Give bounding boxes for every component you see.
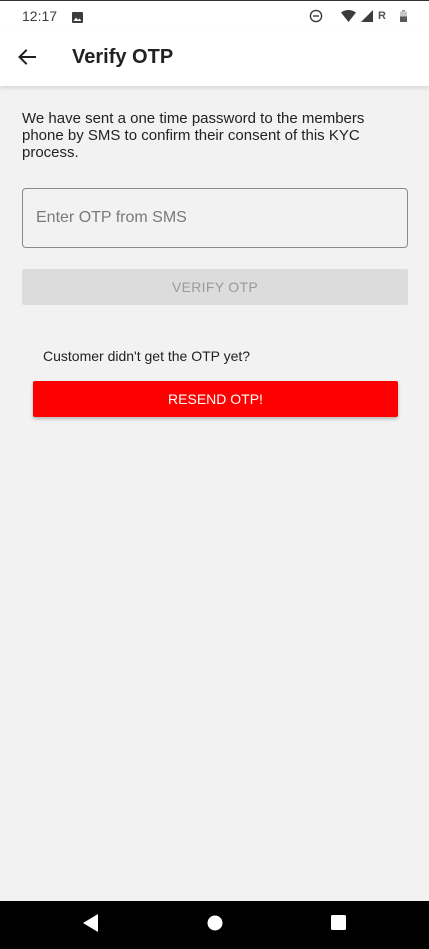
nav-recents-button[interactable] [308, 901, 368, 949]
back-button[interactable] [12, 44, 42, 74]
system-nav-bar [0, 901, 429, 949]
page-title: Verify OTP [72, 46, 174, 68]
status-time: 12:17 [22, 8, 58, 24]
nav-home-icon [207, 915, 223, 936]
verify-otp-button[interactable]: VERIFY OTP [22, 269, 408, 305]
image-icon [72, 10, 83, 23]
status-bar: 12:17 R [0, 0, 429, 30]
otp-sent-message: We have sent a one time password to the … [22, 110, 365, 161]
signal-icon [361, 10, 374, 22]
nav-back-icon [83, 913, 99, 937]
app-bar: Verify OTP [0, 30, 429, 86]
battery-icon [400, 10, 407, 22]
do-not-disturb-icon [309, 9, 323, 23]
wifi-icon [341, 10, 357, 22]
resend-prompt: Customer didn't get the OTP yet? [43, 348, 251, 364]
back-arrow-icon [18, 48, 36, 70]
nav-recents-icon [330, 915, 346, 935]
status-icons: R [309, 8, 407, 24]
nav-home-button[interactable] [185, 901, 245, 949]
otp-input[interactable] [22, 188, 408, 248]
network-type-label: R [378, 9, 386, 22]
resend-otp-button[interactable]: RESEND OTP! [33, 381, 398, 417]
nav-back-button[interactable] [61, 901, 121, 949]
